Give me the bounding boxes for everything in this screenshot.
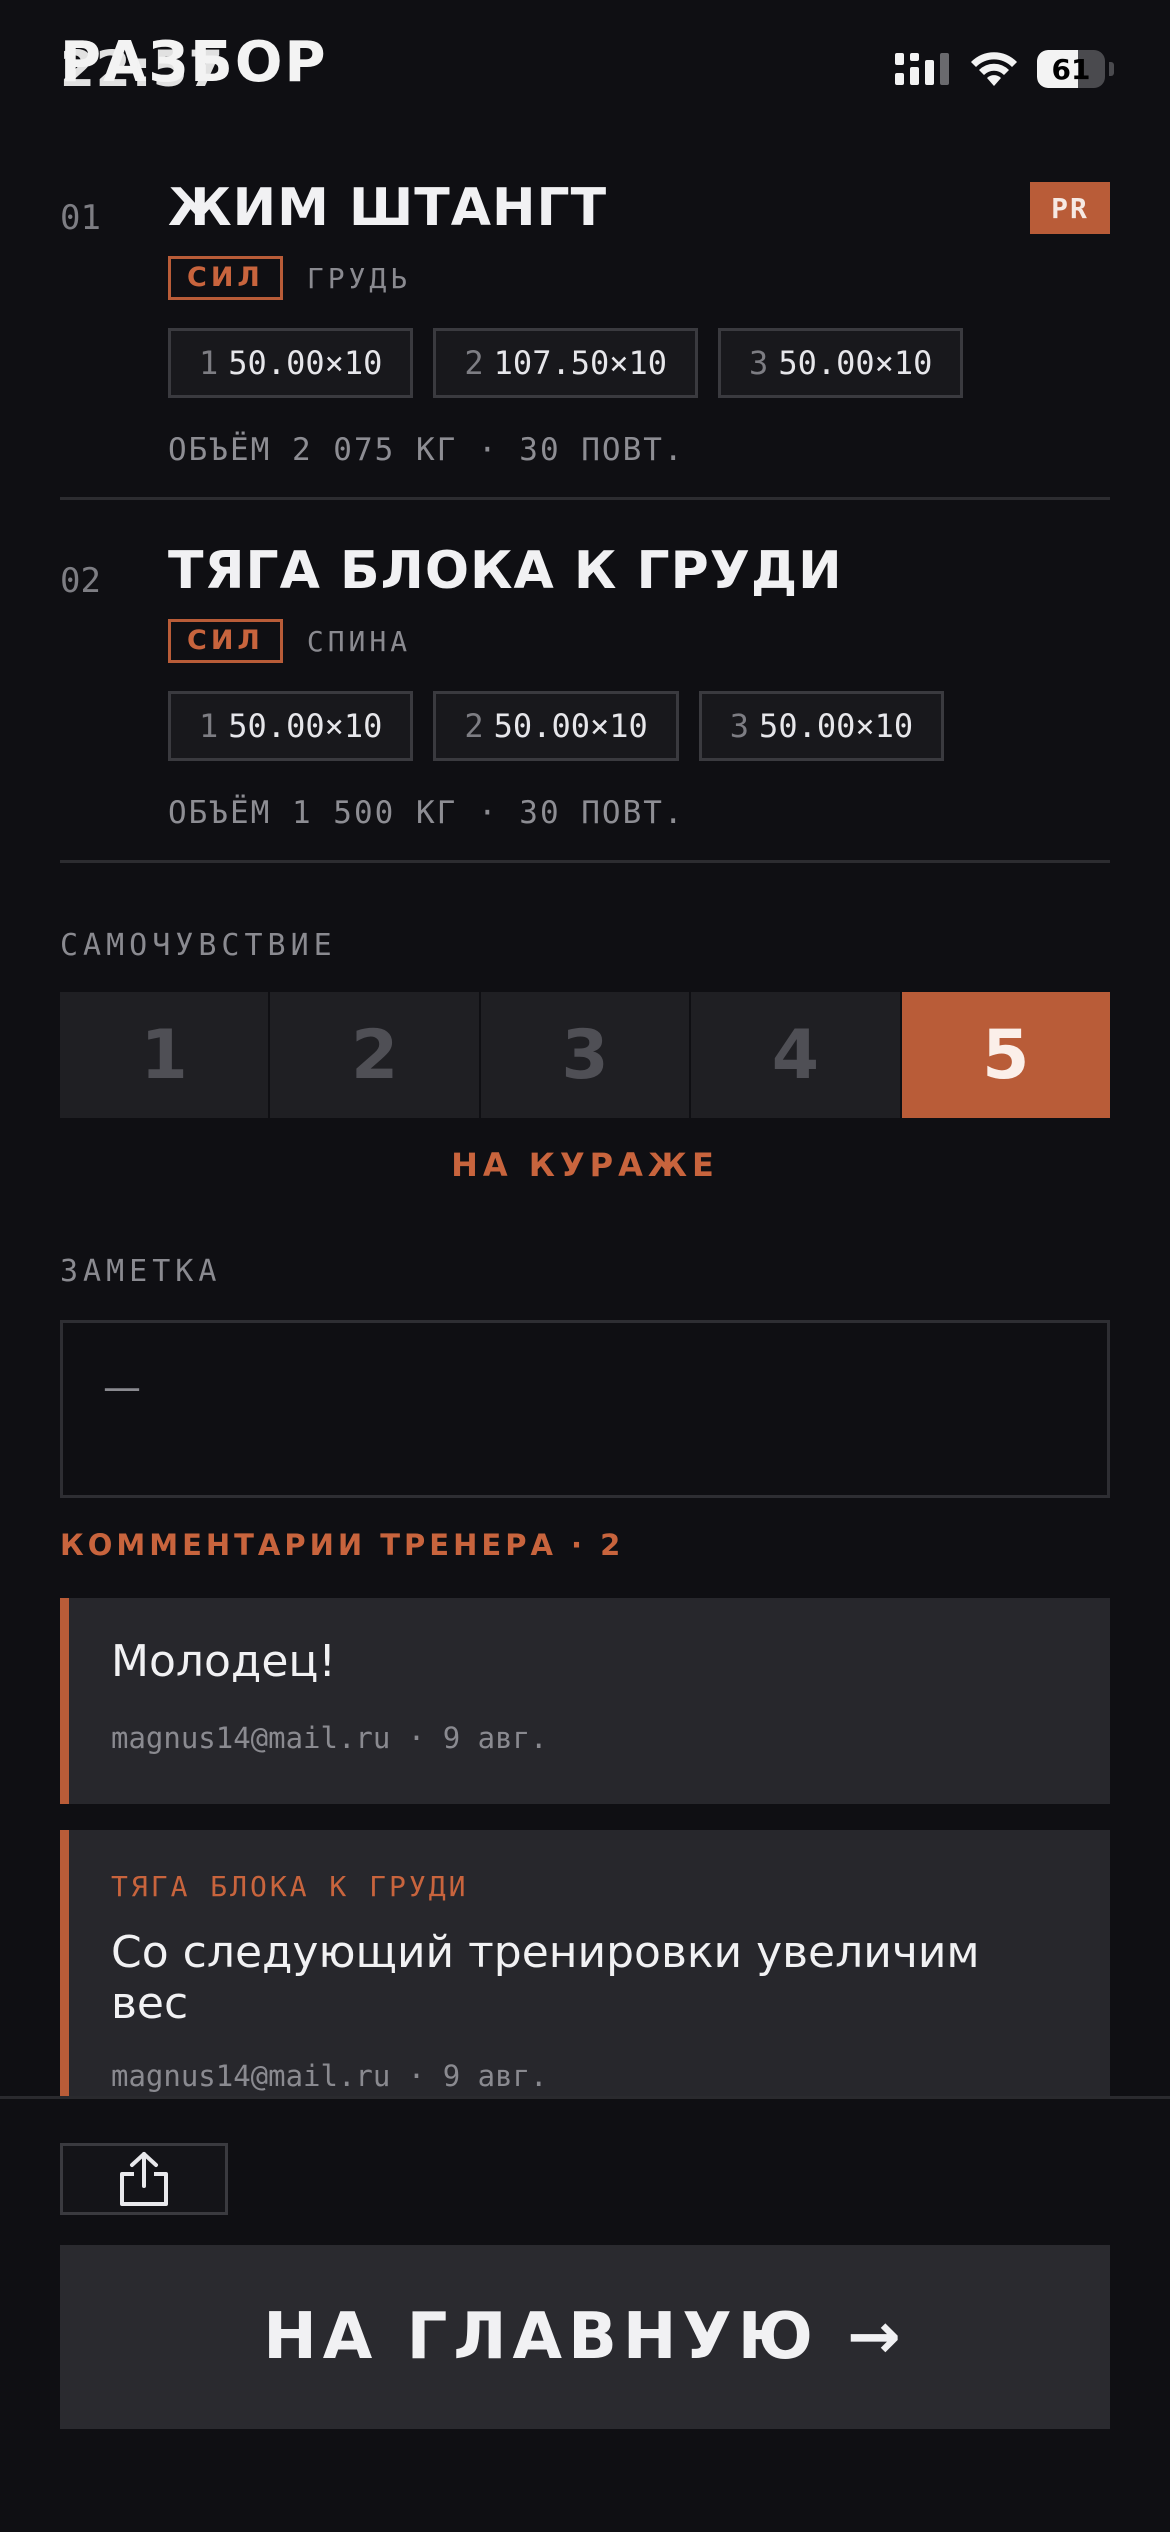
set-chip: 2 50.00×10 — [433, 691, 679, 761]
set-number: 3 — [749, 344, 769, 382]
sets-list: 1 50.00×10 2 107.50×10 3 50.00×10 — [168, 328, 964, 398]
workout-review-screen: РАЗБОР 22:57 61 01 ЖИМ ШТАНГТ PR СИЛ ГРУ… — [0, 0, 1170, 2532]
wellbeing-label: САМОЧУВСТВИЕ — [60, 928, 337, 963]
exercise-index: 02 — [60, 561, 101, 601]
comment-text: Молодец! — [111, 1636, 337, 1687]
comment-card: ТЯГА БЛОКА К ГРУДИ Со следующий трениров… — [60, 1830, 1110, 2096]
set-value: 50.00×10 — [759, 707, 914, 745]
set-number: 1 — [199, 707, 219, 745]
set-chip: 3 50.00×10 — [698, 691, 945, 761]
status-icons: 61 — [895, 50, 1114, 88]
battery-icon: 61 — [1037, 50, 1105, 88]
category-tag: СИЛ — [168, 256, 283, 300]
exercise-volume: ОБЪЁМ 2 075 КГ · 30 ПОВТ. — [168, 432, 685, 468]
signal-icon — [895, 53, 949, 85]
battery-cap — [1109, 62, 1114, 76]
share-button[interactable] — [60, 2143, 228, 2215]
wellbeing-rating: 1 2 3 4 5 — [60, 992, 1111, 1118]
comment-text: Со следующий тренировки увеличим вес — [111, 1927, 980, 2029]
status-bar: РАЗБОР 22:57 61 — [0, 0, 1170, 140]
exercise-card[interactable]: 01 ЖИМ ШТАНГТ PR СИЛ ГРУДЬ 1 50.00×10 2 … — [60, 170, 1110, 500]
set-chip: 3 50.00×10 — [718, 328, 964, 398]
set-chip: 1 50.00×10 — [168, 328, 414, 398]
rating-option-3[interactable]: 3 — [480, 992, 690, 1118]
rating-option-4[interactable]: 4 — [691, 992, 900, 1118]
bottom-action-bar: НА ГЛАВНУЮ → — [0, 2096, 1170, 2532]
wifi-icon — [971, 52, 1017, 86]
set-chip: 2 107.50×10 — [433, 328, 699, 398]
rating-option-2[interactable]: 2 — [270, 992, 479, 1118]
exercise-name: ЖИМ ШТАНГТ — [168, 178, 608, 238]
share-icon — [120, 2152, 168, 2206]
exercise-tags: СИЛ СПИНА — [168, 619, 411, 663]
set-value: 50.00×10 — [493, 707, 648, 745]
set-number: 2 — [464, 707, 484, 745]
comment-card: Молодец! magnus14@mail.ru · 9 авг. — [60, 1598, 1110, 1804]
exercise-volume: ОБЪЁМ 1 500 КГ · 30 ПОВТ. — [168, 795, 685, 831]
set-value: 50.00×10 — [228, 707, 383, 745]
muscle-group: СПИНА — [306, 624, 412, 658]
set-value: 50.00×10 — [778, 344, 933, 382]
comments-title: КОММЕНТАРИИ ТРЕНЕРА · 2 — [60, 1528, 625, 1562]
pr-badge: PR — [1030, 182, 1110, 234]
set-number: 1 — [199, 344, 219, 382]
category-tag: СИЛ — [168, 619, 283, 663]
battery-level: 61 — [1051, 52, 1091, 86]
set-value: 107.50×10 — [493, 344, 668, 382]
set-value: 50.00×10 — [228, 344, 383, 382]
home-button[interactable]: НА ГЛАВНУЮ → — [60, 2245, 1110, 2429]
sets-list: 1 50.00×10 2 50.00×10 3 50.00×10 — [168, 691, 945, 761]
set-number: 2 — [464, 344, 484, 382]
comment-exercise: ТЯГА БЛОКА К ГРУДИ — [111, 1870, 469, 1903]
muscle-group: ГРУДЬ — [306, 261, 412, 295]
comment-meta: magnus14@mail.ru · 9 авг. — [111, 1721, 548, 1755]
rating-option-5[interactable]: 5 — [901, 992, 1111, 1118]
rating-option-1[interactable]: 1 — [60, 992, 269, 1118]
note-field[interactable]: — — [60, 1320, 1110, 1498]
set-chip: 1 50.00×10 — [168, 691, 414, 761]
set-number: 3 — [729, 707, 750, 745]
exercise-tags: СИЛ ГРУДЬ — [168, 256, 411, 300]
note-label: ЗАМЕТКА — [60, 1254, 222, 1289]
comment-meta: magnus14@mail.ru · 9 авг. — [111, 2059, 548, 2093]
exercise-index: 01 — [60, 198, 101, 238]
rating-caption: НА КУРАЖЕ — [451, 1146, 719, 1184]
status-time: 22:57 — [60, 40, 225, 98]
exercise-card[interactable]: 02 ТЯГА БЛОКА К ГРУДИ СИЛ СПИНА 1 50.00×… — [60, 533, 1110, 863]
exercise-name: ТЯГА БЛОКА К ГРУДИ — [168, 541, 843, 601]
